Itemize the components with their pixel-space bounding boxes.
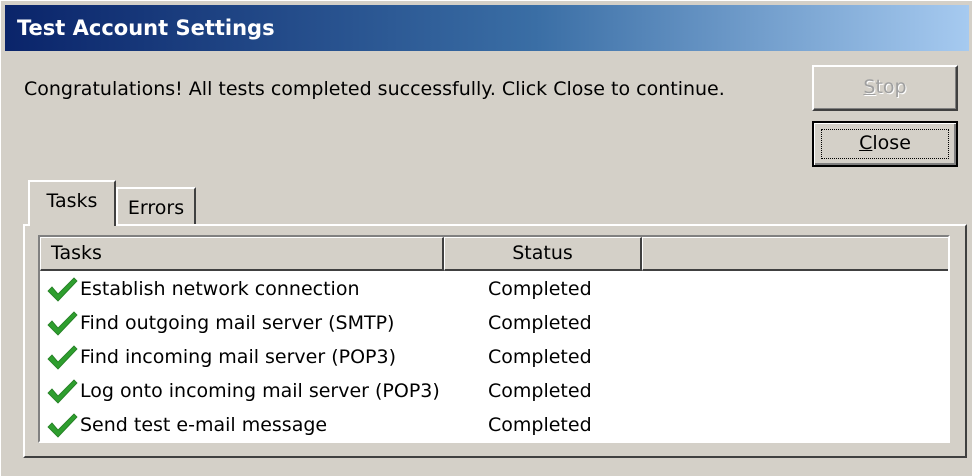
- title-bar[interactable]: Test Account Settings: [5, 5, 969, 51]
- task-name: Send test e-mail message: [80, 414, 328, 436]
- task-name: Establish network connection: [80, 278, 360, 300]
- table-row[interactable]: Send test e-mail message Completed: [40, 409, 948, 441]
- tab-errors[interactable]: Errors: [116, 187, 196, 227]
- column-header-tasks[interactable]: Tasks: [40, 237, 444, 271]
- status-message: Congratulations! All tests completed suc…: [24, 78, 725, 100]
- list-rows: Establish network connection Completed Fin…: [40, 273, 948, 441]
- test-account-settings-dialog: Test Account Settings Congratulations! A…: [0, 0, 972, 476]
- tab-panel-tasks: Tasks Status Establish network connectio…: [23, 224, 967, 458]
- checkmark-icon: [47, 311, 78, 336]
- table-row[interactable]: Find outgoing mail server (SMTP) Complete…: [40, 307, 948, 341]
- close-button[interactable]: Close: [812, 121, 958, 167]
- task-name: Log onto incoming mail server (POP3): [80, 380, 440, 402]
- stop-button[interactable]: Stop: [812, 65, 958, 111]
- task-name: Find outgoing mail server (SMTP): [80, 312, 395, 334]
- task-status: Completed: [488, 414, 592, 436]
- tab-tasks[interactable]: Tasks: [28, 180, 116, 226]
- tasks-list[interactable]: Tasks Status Establish network connectio…: [38, 235, 950, 443]
- task-status: Completed: [488, 380, 592, 402]
- checkmark-icon: [47, 277, 78, 302]
- task-status: Completed: [488, 346, 592, 368]
- task-status: Completed: [488, 312, 592, 334]
- checkmark-icon: [47, 413, 78, 438]
- checkmark-icon: [47, 379, 78, 404]
- table-row[interactable]: Establish network connection Completed: [40, 273, 948, 307]
- task-status: Completed: [488, 278, 592, 300]
- task-name: Find incoming mail server (POP3): [80, 346, 397, 368]
- table-row[interactable]: Find incoming mail server (POP3) Complete…: [40, 341, 948, 375]
- table-row[interactable]: Log onto incoming mail server (POP3) Comp…: [40, 375, 948, 409]
- checkmark-icon: [47, 345, 78, 370]
- stop-button-label: Stop: [863, 76, 907, 98]
- close-button-label: Close: [859, 132, 911, 154]
- list-header: Tasks Status: [40, 237, 948, 271]
- column-header-status[interactable]: Status: [444, 237, 642, 271]
- column-header-empty[interactable]: [642, 237, 948, 271]
